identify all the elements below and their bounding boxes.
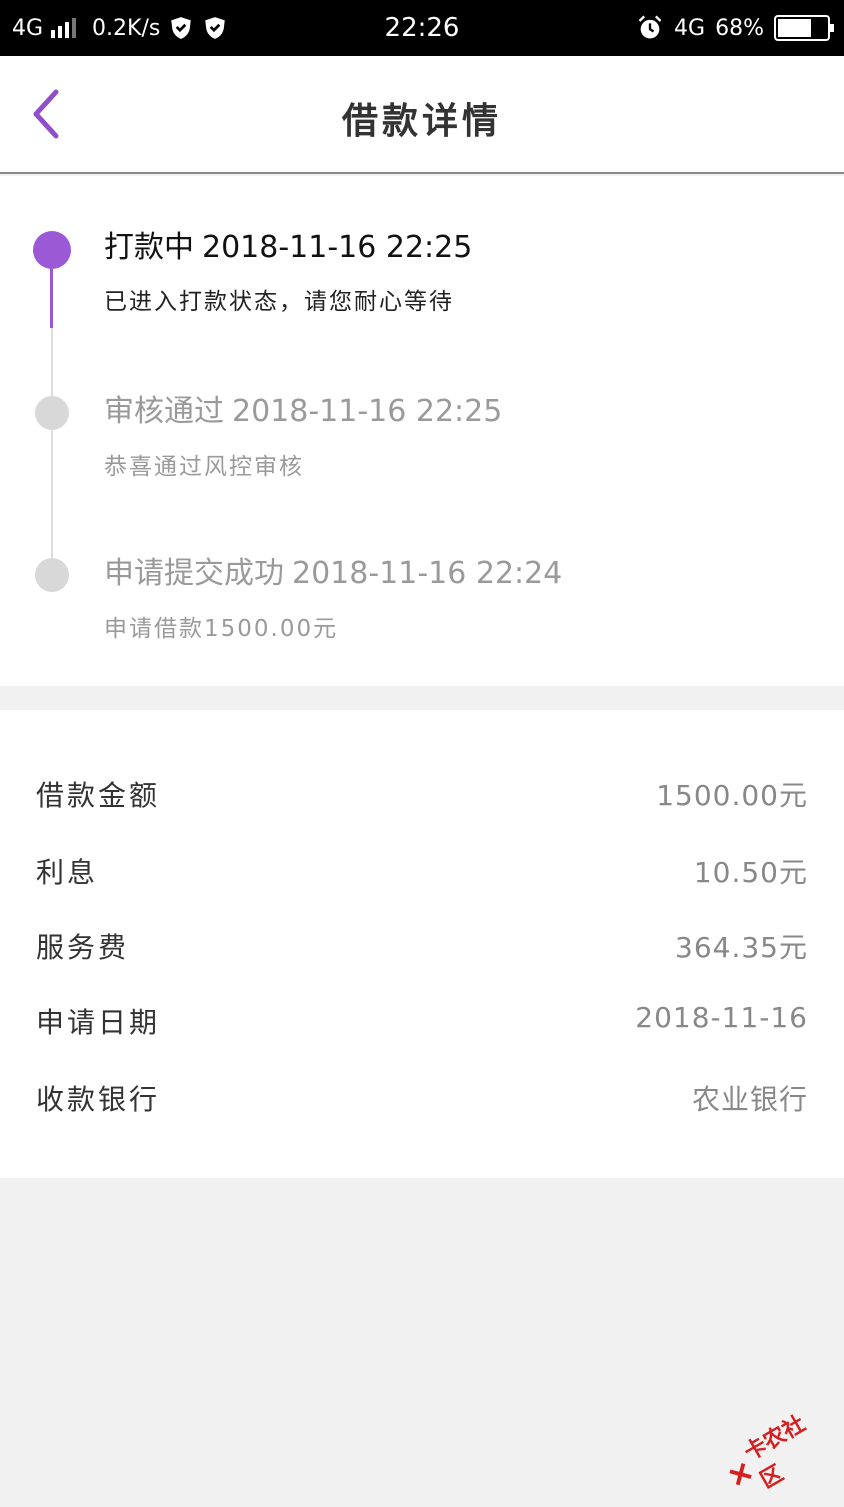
- detail-value: 农业银行: [692, 1078, 808, 1118]
- timeline-item-desc: 已进入打款状态，请您耐心等待: [104, 282, 454, 316]
- detail-row-loan-amount: 借款金额 1500.00元: [0, 762, 844, 822]
- network-label-2: 4G: [674, 16, 705, 41]
- battery-icon: [774, 15, 830, 41]
- watermark-text: 卡农社区: [737, 1397, 842, 1495]
- timeline-dot: [35, 558, 69, 592]
- status-bar: 4G 0.2K/s 22:26 4G 68%: [0, 0, 844, 56]
- timeline-item-desc: 恭喜通过风控审核: [104, 447, 304, 481]
- status-timeline: 打款中2018-11-16 22:25 已进入打款状态，请您耐心等待 审核通过2…: [0, 176, 844, 686]
- timeline-item-title: 打款中2018-11-16 22:25: [104, 222, 472, 266]
- page-title: 借款详情: [0, 92, 844, 144]
- nav-bar: 借款详情: [0, 56, 844, 174]
- detail-label: 借款金额: [36, 774, 160, 814]
- detail-row-interest: 利息 10.50元: [0, 839, 844, 899]
- timeline-item-title: 审核通过2018-11-16 22:25: [104, 386, 502, 430]
- timeline-time: 2018-11-16 22:24: [292, 556, 562, 591]
- timeline-status-label: 申请提交成功: [104, 556, 284, 591]
- loan-details: 借款金额 1500.00元 利息 10.50元 服务费 364.35元 申请日期…: [0, 710, 844, 1178]
- timeline-status-label: 打款中: [104, 230, 194, 265]
- detail-row-apply-date: 申请日期 2018-11-16: [0, 989, 844, 1049]
- detail-label: 服务费: [36, 926, 129, 966]
- timeline-item-desc: 申请借款1500.00元: [104, 609, 338, 643]
- detail-value: 2018-11-16: [635, 1001, 808, 1034]
- timeline-time: 2018-11-16 22:25: [202, 230, 472, 265]
- battery-percent: 68%: [715, 16, 764, 41]
- watermark: 卡农社区: [721, 1407, 836, 1497]
- timeline-dot-active: [33, 231, 71, 269]
- detail-label: 收款银行: [36, 1078, 160, 1118]
- alarm-icon: [636, 14, 664, 42]
- status-bar-right: 4G 68%: [636, 0, 830, 56]
- timeline-status-label: 审核通过: [104, 394, 224, 429]
- timeline-time: 2018-11-16 22:25: [232, 394, 502, 429]
- detail-value: 1500.00元: [656, 774, 808, 814]
- timeline-connector-active: [50, 268, 53, 328]
- timeline-dot: [35, 396, 69, 430]
- detail-row-bank: 收款银行 农业银行: [0, 1066, 844, 1126]
- detail-row-service-fee: 服务费 364.35元: [0, 914, 844, 974]
- detail-value: 10.50元: [694, 851, 808, 891]
- timeline-connector: [51, 430, 53, 574]
- detail-value: 364.35元: [675, 926, 808, 966]
- detail-label: 利息: [36, 851, 98, 891]
- timeline-item-title: 申请提交成功2018-11-16 22:24: [104, 548, 562, 592]
- detail-label: 申请日期: [36, 1001, 160, 1041]
